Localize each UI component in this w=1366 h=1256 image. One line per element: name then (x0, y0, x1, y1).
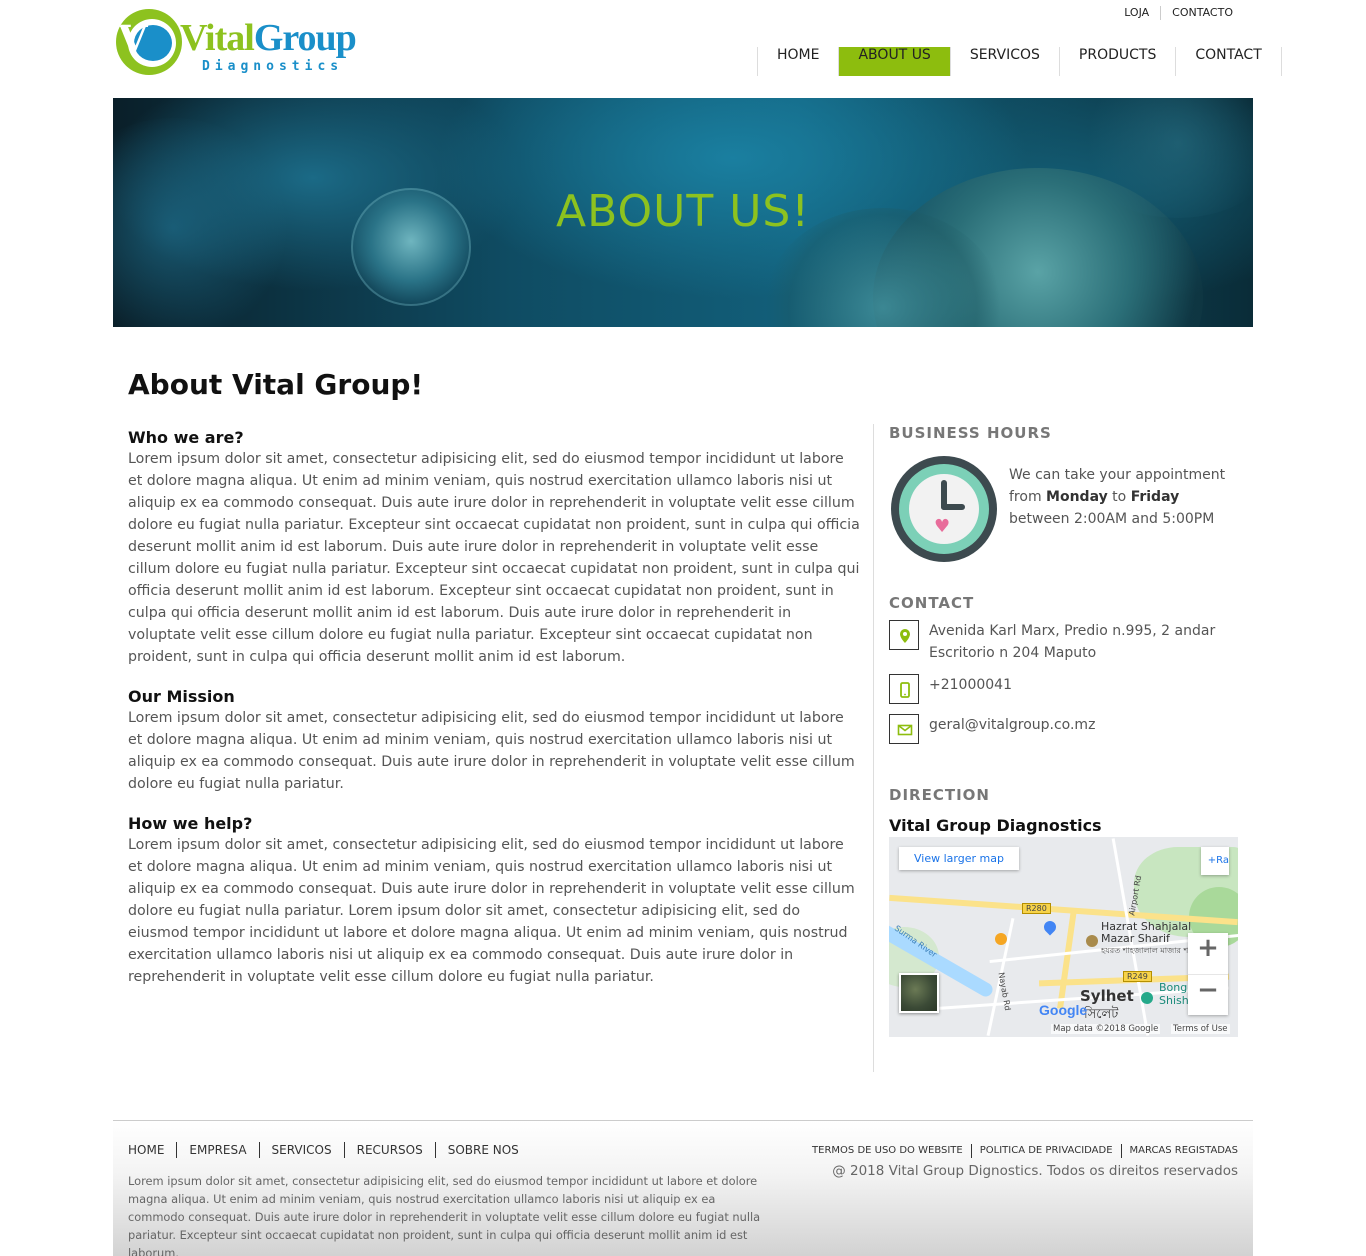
top-links: LOJA CONTACTO (1113, 6, 1244, 20)
map-title: Vital Group Diagnostics (889, 816, 1102, 835)
zoom-control: + − (1188, 933, 1228, 1015)
footer-link-empresa[interactable]: EMPRESA (176, 1142, 258, 1158)
mobile-phone-icon (889, 674, 919, 704)
hours-text-after: between 2:00AM and 5:00PM (1009, 511, 1215, 527)
road-label-r249: R249 (1123, 971, 1152, 982)
hours-text-mid: to (1107, 489, 1131, 505)
map-label-shish: Shish (1159, 994, 1189, 1007)
footer-link-home[interactable]: HOME (128, 1142, 176, 1158)
map-pin-icon[interactable] (1041, 918, 1059, 936)
copyright: @ 2018 Vital Group Dignostics. Todos os … (832, 1163, 1238, 1179)
section-heading-how-we-help: How we help? (128, 814, 253, 833)
footer-link-servicos[interactable]: SERVICOS (258, 1142, 344, 1158)
contact-email[interactable]: geral@vitalgroup.co.mz (929, 714, 1095, 744)
footer-link-privacidade[interactable]: POLITICA DE PRIVACIDADE (970, 1144, 1121, 1158)
sidebar: BUSINESS HOURS ♥ We can take your appoin… (889, 424, 1239, 1037)
business-hours: BUSINESS HOURS ♥ We can take your appoin… (889, 424, 1239, 574)
section-body-who-we-are: Lorem ipsum dolor sit amet, consectetur … (128, 451, 860, 665)
hours-day-from: Monday (1046, 489, 1108, 505)
map-pin-icon (889, 620, 919, 650)
contact-address-row: Avenida Karl Marx, Predio n.995, 2 andar… (889, 620, 1239, 664)
nav-item-home[interactable]: HOME (758, 47, 840, 76)
footer-link-marcas[interactable]: MARCAS REGISTADAS (1120, 1144, 1238, 1158)
footer-text: Lorem ipsum dolor sit amet, consectetur … (128, 1174, 761, 1256)
contact-phone-row: +21000041 (889, 674, 1239, 704)
embedded-map[interactable]: R280 R249 Hazrat Shahjalal Mazar Sharif … (889, 837, 1238, 1037)
contact-heading: CONTACT (889, 594, 975, 612)
map-label-sylhet-bn: সিলেট (1084, 1007, 1119, 1022)
map-pin-icon[interactable] (995, 933, 1007, 945)
footer-legal-links: TERMOS DE USO DO WEBSITE POLITICA DE PRI… (804, 1144, 1238, 1158)
google-logo: Google (1039, 1002, 1088, 1018)
contact-address: Avenida Karl Marx, Predio n.995, 2 andar… (929, 623, 1216, 661)
contact-email-row: geral@vitalgroup.co.mz (889, 714, 1239, 744)
logo-tagline: Diagnostics (202, 59, 344, 74)
zoom-in-button[interactable]: + (1188, 933, 1228, 974)
map-attribution: Map data ©2018 Google (1051, 1024, 1161, 1034)
nav-item-servicos[interactable]: SERVICOS (951, 47, 1060, 76)
map-ra-link[interactable]: +Ra (1201, 847, 1229, 875)
footer: HOME EMPRESA SERVICOS RECURSOS SOBRE NOS… (113, 1120, 1253, 1256)
section-body-our-mission: Lorem ipsum dolor sit amet, consectetur … (128, 710, 855, 792)
top-link-loja[interactable]: LOJA (1113, 6, 1160, 20)
section-heading-our-mission: Our Mission (128, 687, 235, 706)
footer-link-recursos[interactable]: RECURSOS (343, 1142, 435, 1158)
logo-title: VitalGroup (180, 16, 357, 60)
section-body-how-we-help: Lorem ipsum dolor sit amet, consectetur … (128, 837, 855, 985)
column-divider (873, 424, 874, 1072)
footer-nav: HOME EMPRESA SERVICOS RECURSOS SOBRE NOS (128, 1142, 531, 1158)
footer-link-termos[interactable]: TERMOS DE USO DO WEBSITE (804, 1144, 971, 1158)
map-pin-icon[interactable] (1141, 992, 1153, 1004)
map-terms-link[interactable]: Terms of Use (1171, 1024, 1230, 1034)
business-hours-heading: BUSINESS HOURS (889, 424, 1052, 442)
logo-brand-secondary: Group (253, 17, 357, 59)
section-heading-who-we-are: Who we are? (128, 428, 244, 447)
road-label-r280: R280 (1022, 903, 1051, 914)
page-title: About Vital Group! (128, 368, 424, 401)
contact-phone[interactable]: +21000041 (929, 674, 1012, 704)
satellite-toggle-button[interactable] (899, 973, 939, 1013)
logo-brand-primary: Vital (180, 17, 255, 59)
top-link-contacto[interactable]: CONTACTO (1160, 6, 1244, 20)
map-pin-icon[interactable] (1086, 935, 1098, 947)
direction-heading: DIRECTION (889, 786, 990, 804)
nav-item-products[interactable]: PRODUCTS (1060, 47, 1177, 76)
zoom-out-button[interactable]: − (1188, 974, 1228, 1015)
nav-item-contact[interactable]: CONTACT (1176, 47, 1282, 76)
envelope-icon (889, 714, 919, 744)
view-larger-map-link[interactable]: View larger map (899, 847, 1019, 870)
main-column: Who we are? Lorem ipsum dolor sit amet, … (128, 428, 860, 1007)
hero-banner: ABOUT US! (113, 98, 1253, 327)
map-label-bongo: Bong (1159, 981, 1188, 994)
footer-link-sobre-nos[interactable]: SOBRE NOS (434, 1142, 531, 1158)
contact-block: CONTACT Avenida Karl Marx, Predio n.995,… (889, 594, 1239, 744)
logo-mark-icon: V (116, 9, 182, 75)
hero-title: ABOUT US! (556, 186, 810, 237)
map-label-sylhet: Sylhet (1080, 987, 1134, 1005)
logo[interactable]: V VitalGroup Diagnostics (116, 9, 366, 81)
main-nav: HOME ABOUT US SERVICOS PRODUCTS CONTACT (757, 47, 1282, 76)
business-hours-text: We can take your appointment from Monday… (1009, 464, 1239, 530)
nav-item-about-us[interactable]: ABOUT US (839, 47, 951, 76)
clock-icon: ♥ (891, 456, 997, 562)
direction-block: DIRECTION Vital Group Diagnostics R280 R… (889, 786, 1239, 1037)
hours-day-to: Friday (1130, 489, 1180, 505)
